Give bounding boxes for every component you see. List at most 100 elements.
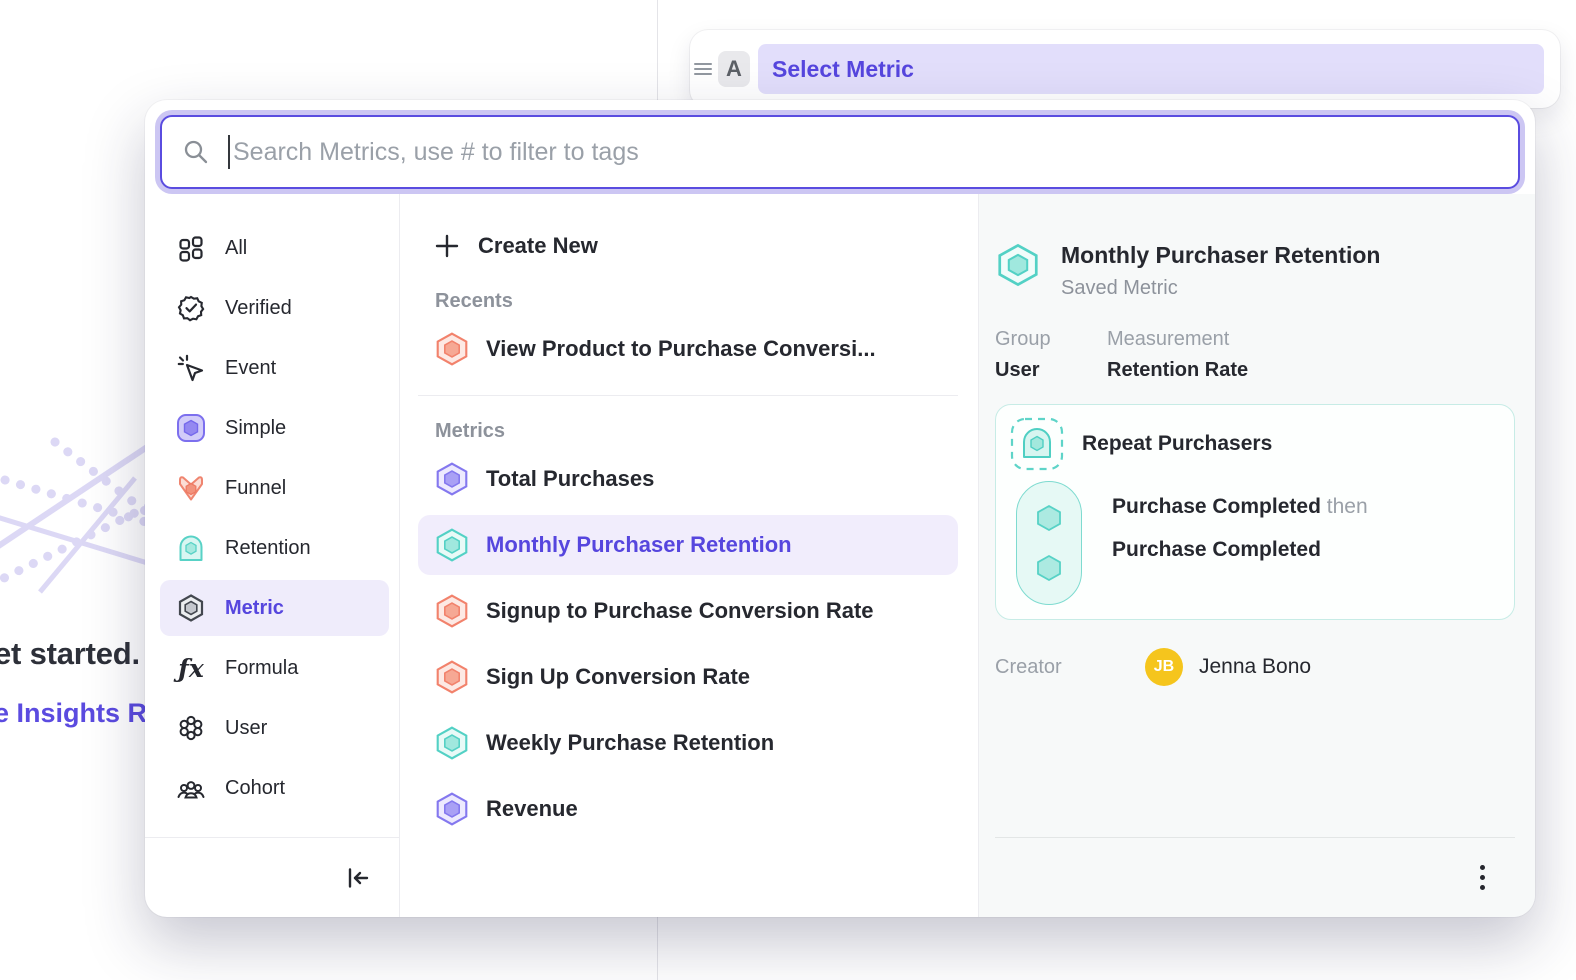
group-label: Group [995,328,1085,351]
sidebar-item-label: User [225,717,267,740]
drag-handle-icon[interactable] [694,63,712,75]
definition-steps: Purchase Completed then Purchase Complet… [1112,481,1368,605]
retention-arch-icon [175,533,207,563]
metric-hexagon-icon-purple [434,791,470,827]
sidebar-item-simple[interactable]: Simple [160,400,389,456]
list-divider [418,395,958,396]
metric-hexagon-icon-coral [434,331,470,367]
plus-icon [434,233,460,259]
sidebar-item-label: Funnel [225,477,286,500]
background-link-fragment[interactable]: e Insights Re [0,698,162,729]
list-item-metric[interactable]: Weekly Purchase Retention [418,713,958,773]
metric-hexagon-icon-coral [434,659,470,695]
metric-block-badge: A [718,51,750,87]
metric-selector-dialog: All Verified Event [145,100,1535,917]
grid-icon [175,234,207,262]
section-header-metrics: Metrics [435,420,958,443]
sidebar-item-label: Metric [225,597,284,620]
step-1-event: Purchase Completed [1112,495,1321,518]
list-item-label: Revenue [486,796,578,822]
list-item-label: Sign Up Conversion Rate [486,664,750,690]
search-icon [182,138,210,166]
retention-steps-capsule [1016,481,1082,605]
cohort-people-icon [175,773,207,803]
sidebar-item-label: All [225,237,247,260]
detail-title: Monthly Purchaser Retention [1061,242,1380,269]
funnel-icon [175,473,207,503]
metric-definition-card: Repeat Purchasers Purchase Completed [995,404,1515,620]
sidebar-item-label: Cohort [225,777,285,800]
user-cluster-icon [175,714,207,742]
metric-hexagon-icon-teal-large [995,242,1041,288]
list-item-label: View Product to Purchase Conversi... [486,336,876,362]
detail-subtitle: Saved Metric [1061,277,1380,300]
list-item-recent-metric[interactable]: View Product to Purchase Conversi... [418,319,958,379]
metric-hexagon-icon [175,593,207,623]
detail-footer [995,837,1515,917]
list-item-label: Weekly Purchase Retention [486,730,774,756]
list-item-label: Monthly Purchaser Retention [486,532,792,558]
type-filter-sidebar: All Verified Event [145,194,400,917]
metric-hexagon-icon-coral [434,593,470,629]
creator-name: Jenna Bono [1199,655,1311,679]
list-item-metric[interactable]: Sign Up Conversion Rate [418,647,958,707]
step-connector: then [1327,495,1368,518]
sidebar-item-label: Formula [225,657,298,680]
search-box[interactable] [160,115,1520,189]
sidebar-item-metric[interactable]: Metric [160,580,389,636]
metric-list-column: Create New Recents View Product to Purch… [400,194,978,917]
create-new-button[interactable]: Create New [418,220,958,272]
select-metric-button[interactable]: Select Metric [758,44,1544,94]
sidebar-item-all[interactable]: All [160,220,389,276]
metric-hexagon-icon-teal [434,725,470,761]
sidebar-item-label: Simple [225,417,286,440]
sidebar-item-funnel[interactable]: Funnel [160,460,389,516]
metric-detail-panel: Monthly Purchaser Retention Saved Metric… [978,194,1535,917]
list-item-metric-selected[interactable]: Monthly Purchaser Retention [418,515,958,575]
verified-badge-icon [175,294,207,322]
step-2-event: Purchase Completed [1112,538,1321,561]
text-caret [228,135,230,169]
list-item-label: Signup to Purchase Conversion Rate [486,598,874,624]
list-item-label: Total Purchases [486,466,654,492]
step-hexagon-icon [1035,504,1063,532]
simple-metric-icon [175,413,207,443]
group-value: User [995,359,1085,382]
sidebar-item-user[interactable]: User [160,700,389,756]
sidebar-item-verified[interactable]: Verified [160,280,389,336]
list-item-metric[interactable]: Total Purchases [418,449,958,509]
metric-hexagon-icon-purple [434,461,470,497]
sidebar-item-event[interactable]: Event [160,340,389,396]
search-focus-ring [155,110,1525,194]
metric-row-card: A Select Metric [690,30,1560,108]
formula-fx-icon: ƒx [175,656,207,681]
creator-row: Creator JB Jenna Bono [995,648,1515,686]
definition-title: Repeat Purchasers [1082,432,1272,456]
sidebar-item-cohort[interactable]: Cohort [160,760,389,816]
detail-meta: Group User Measurement Retention Rate [995,328,1515,382]
measurement-value: Retention Rate [1107,359,1248,382]
sidebar-item-retention[interactable]: Retention [160,520,389,576]
detail-header: Monthly Purchaser Retention Saved Metric [995,242,1515,300]
sidebar-footer [145,837,399,917]
saved-retention-icon [1010,417,1064,471]
collapse-panel-icon[interactable] [345,865,371,891]
creator-avatar: JB [1145,648,1183,686]
sidebar-item-label: Verified [225,297,292,320]
measurement-label: Measurement [1107,328,1248,351]
background-headline-fragment: et started. [0,636,140,672]
step-hexagon-icon [1035,554,1063,582]
creator-label: Creator [995,656,1145,679]
create-new-label: Create New [478,233,598,259]
sidebar-item-formula[interactable]: ƒx Formula [160,640,389,696]
list-item-metric[interactable]: Signup to Purchase Conversion Rate [418,581,958,641]
metric-hexagon-icon-teal [434,527,470,563]
search-input[interactable] [233,138,1498,167]
dialog-body: All Verified Event [145,194,1535,917]
more-options-icon[interactable] [1480,865,1485,890]
event-cursor-icon [175,354,207,382]
list-item-metric[interactable]: Revenue [418,779,958,839]
sidebar-item-label: Retention [225,537,311,560]
sidebar-item-label: Event [225,357,276,380]
section-header-recents: Recents [435,290,958,313]
